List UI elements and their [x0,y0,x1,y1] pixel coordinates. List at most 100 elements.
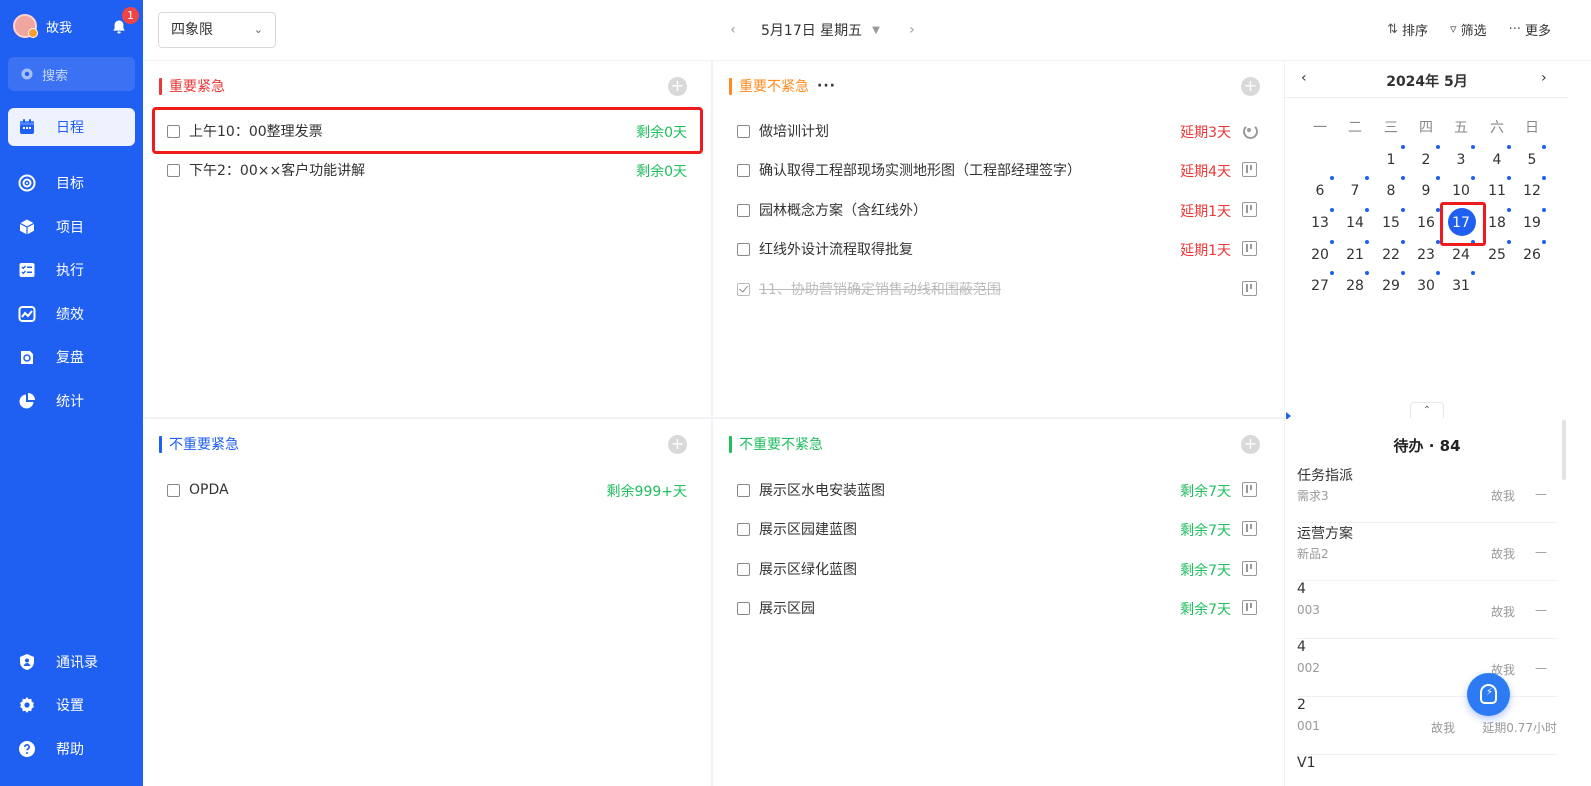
calendar-day[interactable]: 11 [1479,176,1515,204]
event-dot [1401,176,1405,180]
next-day-button[interactable]: › [902,22,922,38]
view-mode-select[interactable]: 四象限 ⌄ [158,12,276,48]
calendar-day[interactable]: 22 [1373,240,1409,268]
sort-button[interactable]: ⇅ 排序 [1387,20,1428,39]
add-task-button[interactable]: + [1241,435,1260,454]
sidebar-item-contacts[interactable]: 通讯录 [8,643,135,681]
task-item[interactable]: 11、协助营销确定销售动线和围蔽范围 [737,279,1257,299]
calendar-day[interactable]: 9 [1408,176,1444,204]
more-button[interactable]: ··· 更多 [1509,20,1551,39]
task-item[interactable]: 展示区水电安装蓝图 剩余7天 [737,480,1257,500]
calendar-day[interactable]: 16 [1408,208,1444,236]
event-dot [1507,145,1511,149]
task-item[interactable]: 做培训计划 延期3天 [737,121,1258,141]
task-checkbox[interactable] [737,203,750,217]
sidebar-item-schedule[interactable]: 日程 [8,108,135,146]
weekday-label: 五 [1454,120,1468,136]
task-item[interactable]: 展示区园 剩余7天 [737,598,1257,618]
task-title: OPDA [189,482,229,498]
calendar-day[interactable]: 2 [1408,145,1444,173]
calendar-day[interactable]: 5 [1514,145,1550,173]
calendar-day[interactable]: 21 [1337,240,1373,268]
sidebar-item-goals[interactable]: 目标 [8,164,135,202]
filter-button[interactable]: ▿ 筛选 [1450,20,1487,39]
calendar-day[interactable]: 29 [1373,271,1409,299]
task-item[interactable]: 园林概念方案（含红线外） 延期1天 [737,200,1257,220]
caret-down-icon[interactable]: ▼ [872,25,880,36]
calendar-day[interactable]: 10 [1443,176,1479,204]
top-toolbar: 四象限 ⌄ ‹ 5月17日 星期五 ▼ › ⇅ 排序 ▿ 筛选 ··· 更多 [143,0,1591,61]
calendar-day[interactable]: 14 [1337,208,1373,236]
task-title: 红线外设计流程取得批复 [759,242,913,258]
task-checkbox[interactable] [737,483,750,497]
previous-day-button[interactable]: ‹ [723,22,743,38]
calendar-day[interactable]: 4 [1479,145,1515,173]
add-task-button[interactable]: + [1241,77,1260,96]
sidebar-item-performance[interactable]: 绩效 [8,295,135,333]
todo-name: 2 [1297,697,1306,713]
task-item[interactable]: OPDA 剩余999+天 [167,480,687,500]
sidebar-item-projects[interactable]: 项目 [8,208,135,246]
task-checkbox[interactable] [737,601,750,615]
sidebar-item-stats[interactable]: 统计 [8,382,135,420]
calendar-day[interactable]: 28 [1337,271,1373,299]
task-item[interactable]: 下午2：00××客户功能讲解 剩余0天 [167,160,687,180]
event-dot [1542,145,1546,149]
search-input[interactable]: 搜索 [8,57,135,91]
task-item[interactable]: 红线外设计流程取得批复 延期1天 [737,239,1257,259]
task-overdue: 延期4天 [1180,164,1231,180]
add-task-button[interactable]: + [668,435,687,454]
assistant-button[interactable]: ⚡ [1467,673,1510,716]
calendar-day[interactable]: 23 [1408,240,1444,268]
todo-item[interactable]: 2 001 故我 延期0.77小时 [1297,697,1557,755]
calendar-day[interactable]: 26 [1514,240,1550,268]
todo-item[interactable]: 4 002 故我 — [1297,639,1557,697]
task-checkbox[interactable] [737,163,750,177]
calendar-day[interactable]: 12 [1514,176,1550,204]
calendar-day[interactable]: 31 [1443,271,1479,299]
calendar-day[interactable]: 19 [1514,208,1550,236]
task-checkbox[interactable] [167,483,180,497]
task-checkbox[interactable] [737,242,750,256]
todo-item[interactable]: V1 [1297,755,1557,786]
calendar-day[interactable]: 15 [1373,208,1409,236]
user-profile[interactable]: 故我 [13,14,72,38]
todo-item[interactable]: 任务指派 需求3 故我 — [1297,465,1557,523]
task-checkbox[interactable] [737,124,750,138]
task-item[interactable]: 展示区园建蓝图 剩余7天 [737,519,1257,539]
sidebar-item-label: 目标 [56,176,84,192]
todo-item[interactable]: 运营方案 新品2 故我 — [1297,523,1557,581]
todo-scrollbar[interactable] [1562,420,1566,480]
task-item[interactable]: 展示区绿化蓝图 剩余7天 [737,559,1257,579]
sidebar-item-review[interactable]: 复盘 [8,338,135,376]
calendar-day[interactable]: 30 [1408,271,1444,299]
calendar-day[interactable]: 27 [1302,271,1338,299]
collapse-calendar-button[interactable]: ⌃ [1410,402,1444,418]
todo-item[interactable]: 4 003 故我 — [1297,581,1557,639]
calendar-day[interactable]: 8 [1373,176,1409,204]
add-task-button[interactable]: + [668,77,687,96]
task-checkbox-checked[interactable] [737,282,750,296]
calendar-day[interactable]: 7 [1337,176,1373,204]
task-checkbox[interactable] [167,163,180,177]
current-date[interactable]: 5月17日 星期五 [761,20,862,40]
sidebar-item-execute[interactable]: 执行 [8,251,135,289]
todo-name: 4 [1297,581,1306,597]
avatar[interactable] [13,14,38,38]
calendar-day[interactable]: 1 [1373,145,1409,173]
calendar-day[interactable]: 13 [1302,208,1338,236]
task-item[interactable]: 确认取得工程部现场实测地形图（工程部经理签字） 延期4天 [737,160,1257,180]
todo-project: 需求3 [1297,489,1329,503]
next-month-button[interactable]: › [1541,70,1547,86]
task-checkbox[interactable] [737,522,750,536]
calendar-day[interactable]: 6 [1302,176,1338,204]
task-title: 展示区水电安装蓝图 [759,483,885,499]
quadrant-more-button[interactable]: ··· [817,78,836,94]
calendar-day[interactable]: 3 [1443,145,1479,173]
quadrant-header: 不重要紧急 [159,435,239,453]
task-checkbox[interactable] [737,562,750,576]
sidebar-item-help[interactable]: 帮助 [8,730,135,768]
calendar-day[interactable]: 25 [1479,240,1515,268]
sidebar-item-settings[interactable]: 设置 [8,686,135,724]
calendar-day[interactable]: 20 [1302,240,1338,268]
